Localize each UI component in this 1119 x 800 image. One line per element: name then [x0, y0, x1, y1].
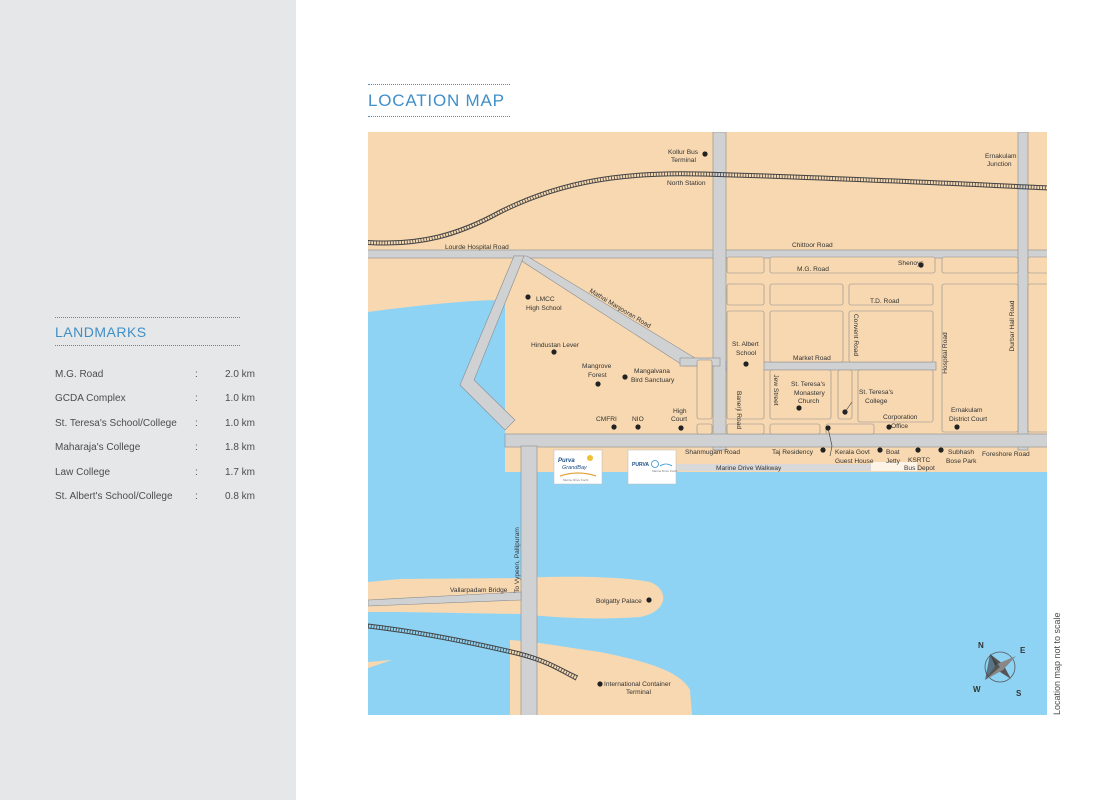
- shanmugam-road-label: Shanmugam Road: [685, 449, 740, 456]
- shenoys-label: Shenoys: [898, 260, 924, 267]
- scale-note: Location map not to scale: [1052, 612, 1062, 715]
- lourde-road-label: Lourde Hospital Road: [445, 244, 509, 251]
- container-dot: [597, 681, 603, 687]
- monastery-label: Church: [798, 398, 820, 405]
- td-road-label: T.D. Road: [870, 298, 900, 305]
- ksrtc-label: Bus Depot: [904, 465, 935, 472]
- kollur-label: Kollur Bus: [668, 149, 699, 156]
- compass-w: W: [973, 685, 981, 694]
- market-road-label: Market Road: [793, 355, 831, 362]
- hospital-road-label: Hospital Road: [942, 332, 949, 374]
- convent-road-label: Convent Road: [852, 314, 859, 356]
- vypeen-road: [520, 445, 538, 715]
- district-court-label: District Court: [949, 416, 987, 423]
- jew-street-label: Jew Street: [772, 374, 779, 405]
- mangrove-label: Mangrove: [582, 363, 612, 370]
- vypeen-road-label: To Vypeen, Pallipuram: [514, 527, 521, 593]
- st-albert-dot: [743, 361, 749, 367]
- purva-grandbay-logo: Purva GrandBay Marine Drive Kochi: [553, 449, 603, 485]
- compass-n: N: [978, 641, 984, 650]
- mangalvana-label: Bird Sanctuary: [631, 377, 675, 384]
- hindustan-label: Hindustan Lever: [531, 342, 580, 349]
- cmfri-label: CMFRI: [596, 416, 617, 423]
- purva-marine-logo: PURVA Marine Drive Kochi: [627, 449, 678, 485]
- monastery-label: Monastery: [794, 390, 825, 397]
- mangalvana-dot: [622, 374, 628, 380]
- lmcc-dot: [525, 294, 531, 300]
- boat-jetty-label: Jetty: [886, 458, 901, 465]
- svg-text:Marine Drive Kochi: Marine Drive Kochi: [652, 469, 678, 473]
- north-station-label: North Station: [667, 180, 706, 187]
- svg-text:PURVA: PURVA: [632, 462, 649, 468]
- ksrtc-label: KSRTC: [908, 457, 930, 464]
- mg-road-label: M.G. Road: [797, 266, 829, 273]
- hindustan-dot: [551, 349, 557, 355]
- container-label: International Container: [604, 681, 672, 688]
- st-albert-label: School: [736, 350, 757, 357]
- svg-text:Purva: Purva: [558, 458, 575, 464]
- svg-text:GrandBay: GrandBay: [562, 465, 588, 471]
- teresa-college-label: St. Teresa's: [859, 389, 894, 396]
- cmfri-dot: [611, 424, 617, 430]
- kollur-dot: [702, 151, 708, 157]
- high-court-dot: [678, 425, 684, 431]
- bolgatty-label: Bolgatty Palace: [596, 598, 642, 605]
- high-court-label: Court: [671, 416, 687, 423]
- banerji-road-label: Banerji Road: [735, 391, 742, 429]
- foreshore-road-label: Foreshore Road: [982, 451, 1030, 458]
- durbar-vertical-road: [1017, 132, 1029, 451]
- kerala-govt-label: Guest House: [835, 458, 874, 465]
- container-label: Terminal: [626, 689, 651, 696]
- durbar-road-label: Durbar Hall Road: [1009, 300, 1016, 351]
- district-court-label: Ernakulam: [951, 407, 983, 414]
- ernakulam-junction-label: Junction: [987, 161, 1012, 168]
- lmcc-label: High School: [526, 305, 562, 312]
- chittoor-road-label: Chittoor Road: [792, 242, 833, 249]
- boat-jetty-label: Boat: [886, 449, 900, 456]
- lmcc-label: LMCC: [536, 296, 555, 303]
- kollur-label: Terminal: [671, 157, 696, 164]
- svg-text:Marine Drive Kochi: Marine Drive Kochi: [563, 478, 589, 482]
- taj-label: Taj Residency: [772, 449, 814, 456]
- boat-jetty-dot: [877, 447, 883, 453]
- location-map: Purva GrandBay Marine Drive Kochi PURVA …: [368, 132, 1047, 715]
- shanmugam-road: [504, 433, 1047, 448]
- mangrove-dot: [595, 381, 601, 387]
- subhash-dot: [938, 447, 944, 453]
- subhash-label: Subhash: [948, 449, 974, 456]
- mangrove-label: Forest: [588, 372, 607, 379]
- corporation-label: Corporation: [883, 414, 918, 421]
- ernakulam-junction-label: Ernakulam: [985, 153, 1017, 160]
- ksrtc-dot: [915, 447, 921, 453]
- st-albert-label: St. Albert: [732, 341, 759, 348]
- kerala-govt-label: Kerala Govt: [835, 449, 870, 456]
- walkway-label: Marine Drive Walkway: [716, 465, 782, 472]
- mangalvana-label: Mangalvana: [634, 368, 670, 375]
- high-court-label: High: [673, 408, 687, 415]
- taj-dot: [820, 447, 826, 453]
- monastery-dot: [796, 405, 802, 411]
- district-court-dot: [954, 424, 960, 430]
- teresa-college-label: College: [865, 398, 888, 405]
- banerji-road: [712, 132, 727, 451]
- monastery-label: St. Teresa's: [791, 381, 826, 388]
- nio-dot: [635, 424, 641, 430]
- compass-e: E: [1020, 646, 1026, 655]
- vallarpadam-label: Vallarpadam Bridge: [450, 587, 508, 594]
- subhash-label: Bose Park: [946, 458, 977, 465]
- bolgatty-dot: [646, 597, 652, 603]
- compass-s: S: [1016, 689, 1022, 698]
- nio-label: NIO: [632, 416, 644, 423]
- corporation-label: Office: [891, 423, 908, 430]
